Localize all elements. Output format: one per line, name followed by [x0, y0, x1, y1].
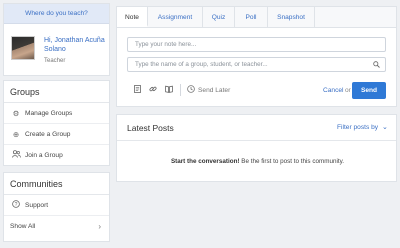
create-group-link[interactable]: ⊕ Create a Group — [4, 124, 109, 145]
or-label: or — [345, 87, 351, 94]
latest-posts-panel: Latest Posts Filter posts by ⌄ Start the… — [116, 114, 397, 182]
show-all-label: Show All — [10, 223, 36, 230]
library-icon[interactable] — [161, 85, 177, 95]
filter-posts-dropdown[interactable]: Filter posts by — [337, 124, 378, 131]
groups-title: Groups — [4, 81, 109, 103]
send-button[interactable]: Send — [352, 82, 386, 99]
tab-poll[interactable]: Poll — [235, 7, 268, 27]
user-role: Teacher — [44, 58, 66, 64]
send-later-button[interactable]: Send Later — [187, 85, 230, 95]
plus-circle-icon: ⊕ — [12, 129, 20, 139]
tab-assignment[interactable]: Assignment — [148, 7, 203, 27]
empty-state-bold: Start the conversation! — [170, 158, 240, 165]
clock-icon — [187, 85, 195, 95]
join-group-label: Join a Group — [25, 152, 63, 159]
toolbar-divider — [180, 84, 181, 96]
composer-toolbar: Send Later — [129, 83, 230, 97]
support-link[interactable]: ? Support — [4, 195, 109, 216]
empty-state-text: Be the first to post to this community. — [239, 158, 345, 165]
communities-panel: Communities ? Support Show All › — [3, 172, 110, 242]
profile: Hi, Jonathan Acuña Solano Teacher — [4, 24, 109, 76]
post-composer: Note Assignment Quiz Poll Snapshot Type … — [116, 6, 397, 107]
recipient-placeholder: Type the name of a group, student, or te… — [135, 61, 268, 68]
show-all-link[interactable]: Show All › — [4, 216, 109, 237]
attach-file-icon[interactable] — [129, 85, 145, 95]
join-group-link[interactable]: Join a Group — [4, 145, 109, 166]
where-do-you-teach-link[interactable]: Where do you teach? — [4, 4, 109, 24]
tab-note[interactable]: Note — [117, 7, 148, 27]
link-icon[interactable] — [145, 85, 161, 95]
question-circle-icon: ? — [10, 195, 22, 216]
chevron-down-icon[interactable]: ⌄ — [382, 123, 388, 131]
groups-panel: Groups ⚙ Manage Groups ⊕ Create a Group … — [3, 80, 110, 166]
avatar[interactable] — [11, 36, 35, 60]
profile-card: Where do you teach? Hi, Jonathan Acuña S… — [3, 3, 110, 76]
recipient-input[interactable]: Type the name of a group, student, or te… — [127, 57, 386, 72]
composer-tabs: Note Assignment Quiz Poll Snapshot — [117, 7, 396, 28]
create-group-label: Create a Group — [25, 130, 71, 138]
empty-state-message: Start the conversation! Be the first to … — [117, 158, 398, 165]
note-input[interactable]: Type your note here... — [127, 37, 386, 52]
user-name[interactable]: Hi, Jonathan Acuña Solano — [44, 36, 108, 54]
send-later-label: Send Later — [198, 86, 231, 94]
tab-snapshot[interactable]: Snapshot — [268, 7, 315, 27]
cancel-button[interactable]: Cancel — [323, 87, 344, 94]
search-icon[interactable] — [373, 58, 380, 73]
support-label: Support — [25, 201, 49, 209]
users-icon — [10, 145, 22, 166]
posts-title: Latest Posts — [127, 123, 174, 133]
manage-groups-link[interactable]: ⚙ Manage Groups — [4, 103, 109, 124]
posts-header: Latest Posts Filter posts by ⌄ — [117, 115, 396, 141]
note-placeholder: Type your note here... — [135, 41, 197, 48]
svg-text:?: ? — [15, 201, 18, 207]
tabs-filler — [315, 7, 396, 27]
tab-quiz[interactable]: Quiz — [203, 7, 235, 27]
communities-title: Communities — [4, 173, 109, 195]
manage-groups-label: Manage Groups — [25, 109, 73, 117]
chevron-right-icon: › — [98, 222, 101, 231]
gear-icon: ⚙ — [12, 108, 20, 118]
